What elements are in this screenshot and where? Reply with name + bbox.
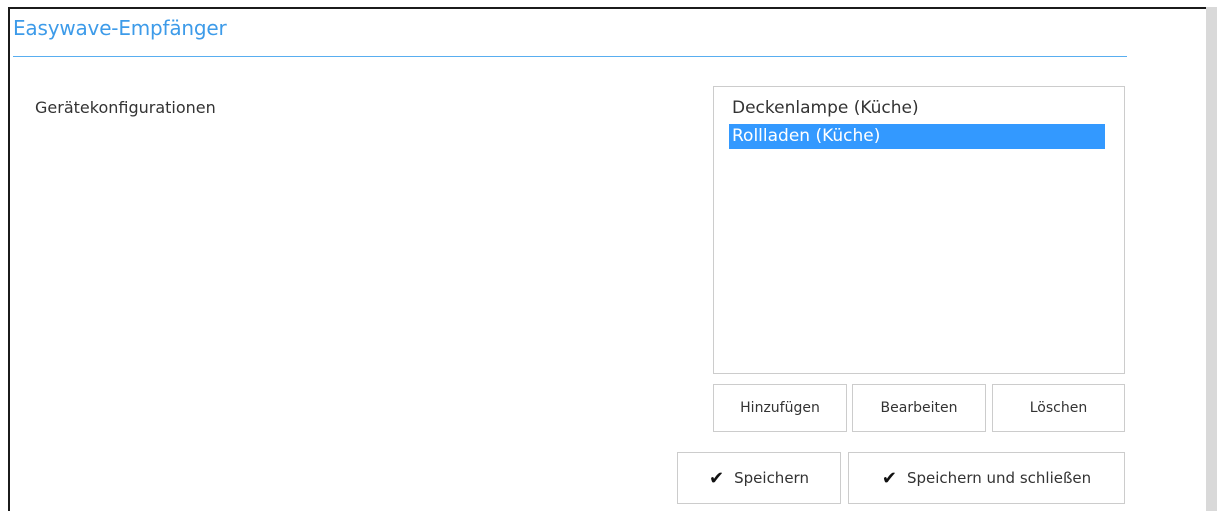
title-divider <box>13 56 1127 57</box>
list-item-deckenlampe[interactable]: Deckenlampe (Küche) <box>729 96 1105 121</box>
save-button-label: Speichern <box>734 469 809 487</box>
delete-button[interactable]: Löschen <box>992 384 1125 432</box>
list-item-rollladen[interactable]: Rollladen (Küche) <box>729 124 1105 149</box>
dialog-window: Easywave-Empfänger Gerätekonfigurationen… <box>0 0 1217 511</box>
dialog-title: Easywave-Empfänger <box>13 16 227 40</box>
device-config-label: Gerätekonfigurationen <box>35 98 216 117</box>
checkmark-icon: ✔ <box>709 468 725 489</box>
window-border-left <box>8 9 10 511</box>
edit-button[interactable]: Bearbeiten <box>852 384 986 432</box>
checkmark-icon: ✔ <box>881 468 897 489</box>
save-button[interactable]: ✔ Speichern <box>677 452 841 504</box>
save-and-close-button[interactable]: ✔ Speichern und schließen <box>848 452 1125 504</box>
add-button[interactable]: Hinzufügen <box>713 384 847 432</box>
device-config-listbox[interactable]: Deckenlampe (Küche) Rollladen (Küche) <box>713 86 1125 374</box>
scrollbar-track[interactable] <box>1206 7 1217 511</box>
save-and-close-button-label: Speichern und schließen <box>906 469 1092 487</box>
window-border-top <box>8 7 1208 9</box>
